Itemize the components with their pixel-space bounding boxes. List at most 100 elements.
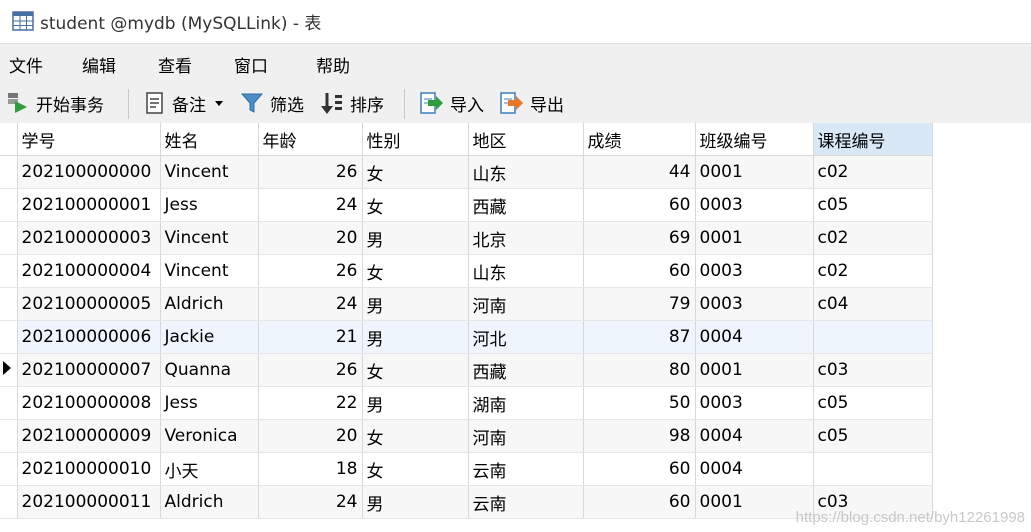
table-cell[interactable]: 0003 — [695, 287, 814, 321]
table-cell[interactable]: 202100000003 — [17, 221, 161, 255]
table-cell[interactable]: c04 — [813, 287, 933, 321]
table-row[interactable]: 202100000006 Jackie 21 男河北 87 0004 — [0, 320, 933, 354]
table-row[interactable]: 202100000007 Quanna 26 女西藏 80 0001 c03 — [0, 353, 933, 387]
table-cell[interactable]: 50 — [583, 386, 696, 420]
column-header[interactable]: 学号 — [17, 123, 161, 156]
table-cell[interactable]: Vincent — [160, 221, 259, 255]
table-cell[interactable]: 云南 — [468, 452, 584, 486]
table-cell[interactable]: 0003 — [695, 386, 814, 420]
row-indicator[interactable] — [0, 188, 18, 222]
table-cell[interactable]: 小天 — [160, 452, 259, 486]
table-cell[interactable]: 22 — [258, 386, 363, 420]
table-cell[interactable]: 山东 — [468, 155, 584, 189]
table-row[interactable]: 202100000009 Veronica 20 女河南 98 0004 c05 — [0, 419, 933, 453]
table-row[interactable]: 202100000008 Jess 22 男湖南 50 0003 c05 — [0, 386, 933, 420]
table-cell[interactable]: 0003 — [695, 188, 814, 222]
table-cell[interactable]: 202100000005 — [17, 287, 161, 321]
begin-transaction-button[interactable]: 开始事务 — [6, 89, 104, 117]
table-cell[interactable]: c03 — [813, 353, 933, 387]
row-indicator[interactable] — [0, 485, 18, 519]
table-cell[interactable]: 北京 — [468, 221, 584, 255]
table-cell[interactable]: Aldrich — [160, 485, 259, 519]
row-indicator[interactable] — [0, 386, 18, 420]
table-cell[interactable]: 0004 — [695, 320, 814, 354]
table-cell[interactable]: 24 — [258, 287, 363, 321]
table-cell[interactable]: 河北 — [468, 320, 584, 354]
table-cell[interactable]: Vincent — [160, 155, 259, 189]
table-row[interactable]: 202100000000 Vincent 26 女山东 44 0001 c02 — [0, 155, 933, 189]
filter-button[interactable]: 筛选 — [240, 89, 304, 117]
menu-view[interactable]: 查看 — [158, 52, 192, 77]
table-cell[interactable]: 202100000004 — [17, 254, 161, 288]
row-indicator[interactable] — [0, 254, 18, 288]
table-cell[interactable]: 202100000007 — [17, 353, 161, 387]
table-cell[interactable]: 26 — [258, 155, 363, 189]
table-cell[interactable]: 202100000011 — [17, 485, 161, 519]
column-header[interactable]: 班级编号 — [695, 123, 814, 156]
chevron-down-icon[interactable] — [212, 98, 226, 108]
table-cell[interactable]: 87 — [583, 320, 696, 354]
table-cell[interactable]: 26 — [258, 353, 363, 387]
note-button[interactable]: 备注 — [144, 89, 226, 117]
table-cell[interactable]: 男 — [362, 320, 469, 354]
table-cell[interactable]: 男 — [362, 287, 469, 321]
column-header[interactable]: 地区 — [468, 123, 584, 156]
table-cell[interactable]: 44 — [583, 155, 696, 189]
table-cell[interactable]: 0003 — [695, 254, 814, 288]
table-cell[interactable]: Vincent — [160, 254, 259, 288]
column-header[interactable]: 成绩 — [583, 123, 696, 156]
table-cell[interactable]: Jackie — [160, 320, 259, 354]
table-cell[interactable]: 女 — [362, 155, 469, 189]
row-indicator[interactable] — [0, 419, 18, 453]
column-header[interactable]: 年龄 — [258, 123, 363, 156]
table-row[interactable]: 202100000004 Vincent 26 女山东 60 0003 c02 — [0, 254, 933, 288]
table-cell[interactable]: Quanna — [160, 353, 259, 387]
table-cell[interactable]: c05 — [813, 188, 933, 222]
table-cell[interactable]: 河南 — [468, 287, 584, 321]
table-cell[interactable]: Jess — [160, 188, 259, 222]
table-cell[interactable]: c05 — [813, 419, 933, 453]
table-cell[interactable]: 202100000000 — [17, 155, 161, 189]
table-cell[interactable]: 0001 — [695, 221, 814, 255]
sort-button[interactable]: 排序 — [320, 89, 384, 117]
table-cell[interactable]: 男 — [362, 221, 469, 255]
table-cell[interactable]: c02 — [813, 221, 933, 255]
table-cell[interactable]: 202100000010 — [17, 452, 161, 486]
table-cell[interactable]: 80 — [583, 353, 696, 387]
table-cell[interactable]: 河南 — [468, 419, 584, 453]
table-cell[interactable]: 60 — [583, 485, 696, 519]
table-cell[interactable]: c02 — [813, 254, 933, 288]
table-cell[interactable]: Aldrich — [160, 287, 259, 321]
table-cell[interactable]: 69 — [583, 221, 696, 255]
table-cell[interactable]: 24 — [258, 188, 363, 222]
menu-help[interactable]: 帮助 — [316, 52, 350, 77]
table-cell[interactable]: 云南 — [468, 485, 584, 519]
table-row[interactable]: 202100000011 Aldrich 24 男云南 60 0001 c03 — [0, 485, 933, 519]
data-grid[interactable]: 学号 姓名 年龄 性别 地区 成绩 班级编号 课程编号 202100000000… — [0, 123, 1031, 532]
table-cell[interactable]: 60 — [583, 254, 696, 288]
table-cell[interactable] — [813, 320, 933, 354]
table-cell[interactable]: 西藏 — [468, 188, 584, 222]
table-cell[interactable]: c05 — [813, 386, 933, 420]
import-button[interactable]: 导入 — [418, 89, 484, 117]
table-cell[interactable]: 18 — [258, 452, 363, 486]
table-cell[interactable]: 24 — [258, 485, 363, 519]
table-row[interactable]: 202100000003 Vincent 20 男北京 69 0001 c02 — [0, 221, 933, 255]
table-cell[interactable]: 20 — [258, 221, 363, 255]
table-cell[interactable]: 79 — [583, 287, 696, 321]
table-cell[interactable]: 0001 — [695, 155, 814, 189]
column-header[interactable]: 性别 — [362, 123, 469, 156]
table-cell[interactable]: 0004 — [695, 419, 814, 453]
menu-file[interactable]: 文件 — [9, 52, 43, 77]
table-cell[interactable]: 男 — [362, 485, 469, 519]
table-cell[interactable]: 女 — [362, 254, 469, 288]
table-cell[interactable]: 20 — [258, 419, 363, 453]
table-cell[interactable]: 西藏 — [468, 353, 584, 387]
table-cell[interactable]: 202100000008 — [17, 386, 161, 420]
row-indicator[interactable] — [0, 287, 18, 321]
table-cell[interactable]: Jess — [160, 386, 259, 420]
row-indicator[interactable] — [0, 155, 18, 189]
table-cell[interactable]: 202100000006 — [17, 320, 161, 354]
table-cell[interactable]: 女 — [362, 353, 469, 387]
table-cell[interactable]: 26 — [258, 254, 363, 288]
